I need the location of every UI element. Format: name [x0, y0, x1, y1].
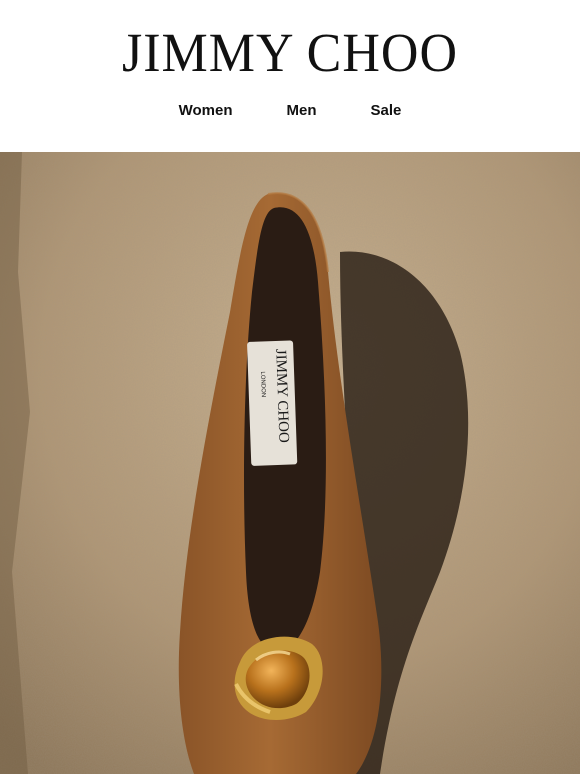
insole-label: JIMMY CHOO LONDON	[247, 340, 298, 466]
hero-image[interactable]: JIMMY CHOO LONDON	[0, 152, 580, 774]
email-header: JIMMY CHOO Women Men Sale	[0, 0, 580, 152]
insole-brand-text: JIMMY CHOO	[272, 349, 291, 444]
nav-link-women[interactable]: Women	[179, 102, 233, 119]
nav-link-sale[interactable]: Sale	[371, 102, 402, 119]
shoe-on-stone-photo: JIMMY CHOO LONDON	[0, 152, 580, 774]
insole-city-text: LONDON	[259, 371, 266, 397]
nav-link-men[interactable]: Men	[287, 102, 317, 119]
brand-logo[interactable]: JIMMY CHOO	[0, 23, 580, 86]
main-nav: Women Men Sale	[0, 102, 580, 119]
